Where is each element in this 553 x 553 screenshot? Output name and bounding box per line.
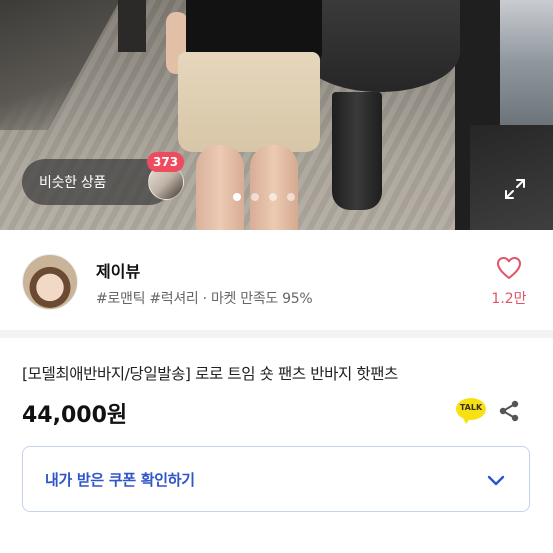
- photo-model-leg: [196, 145, 244, 230]
- product-title: [모델최애반바지/당일발송] 로로 트임 숏 팬츠 반바지 핫팬츠: [22, 365, 398, 383]
- photo-model-shorts: [178, 52, 320, 152]
- seller-avatar[interactable]: [22, 254, 78, 310]
- product-image-carousel[interactable]: 비슷한 상품 373: [0, 0, 553, 230]
- carousel-dot[interactable]: [269, 193, 277, 201]
- kakao-talk-icon[interactable]: TALK: [456, 398, 486, 424]
- talk-label: TALK: [459, 403, 483, 412]
- talk-bubble-tail: [462, 416, 472, 424]
- coupon-check-button[interactable]: 내가 받은 쿠폰 확인하기: [22, 446, 530, 512]
- photo-chair: [118, 0, 146, 52]
- photo-window: [500, 0, 553, 125]
- photo-table: [300, 0, 460, 92]
- seller-tags: #로맨틱 #럭셔리 · 마켓 만족도 95%: [96, 291, 313, 307]
- share-icon[interactable]: [496, 398, 522, 424]
- heart-icon[interactable]: [496, 256, 522, 280]
- section-divider: [0, 330, 553, 338]
- photo-table-leg: [332, 92, 382, 210]
- similar-products-count-badge: 373: [147, 152, 185, 172]
- like-count: 1.2만: [491, 291, 527, 307]
- carousel-indicator: [233, 193, 295, 201]
- chevron-down-icon: [487, 475, 505, 486]
- carousel-dot[interactable]: [233, 193, 241, 201]
- carousel-dot[interactable]: [251, 193, 259, 201]
- seller-name[interactable]: 제이뷰: [96, 258, 140, 282]
- product-price: 44,000원: [22, 403, 128, 428]
- expand-icon[interactable]: [503, 177, 527, 201]
- coupon-label: 내가 받은 쿠폰 확인하기: [45, 471, 195, 489]
- similar-products-label: 비슷한 상품: [39, 175, 107, 191]
- carousel-dot[interactable]: [287, 193, 295, 201]
- photo-model-leg: [250, 145, 298, 230]
